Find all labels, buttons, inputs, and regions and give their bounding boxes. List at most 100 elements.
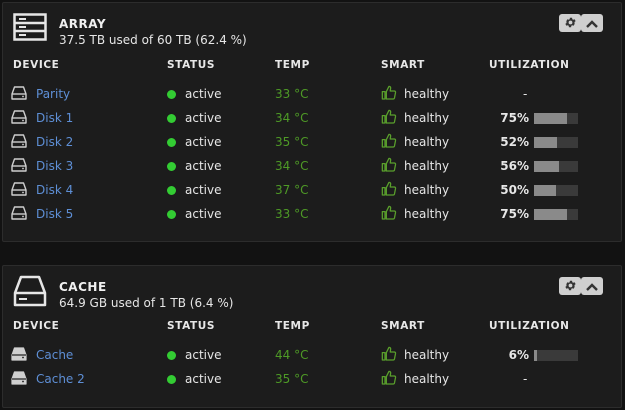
temperature-value: 35 °C: [275, 135, 309, 149]
device-link[interactable]: Disk 3: [36, 159, 73, 173]
status-text: active: [185, 159, 222, 173]
utilization-bar: [534, 208, 578, 220]
temperature-value: 37 °C: [275, 183, 309, 197]
table-row: Cache 2 active 35 °C healthy -: [3, 367, 623, 391]
thumbs-up-icon: [381, 370, 397, 389]
utilization-bar: [534, 136, 578, 148]
chevron-up-icon: [586, 277, 598, 296]
table-row: Parity active 33 °C healthy -: [3, 82, 623, 106]
smart-status: healthy: [404, 183, 450, 197]
temperature-value: 44 °C: [275, 348, 309, 362]
utilization-cell: 52%: [493, 130, 593, 154]
thumbs-up-icon: [381, 346, 397, 365]
utilization-bar-fill: [534, 136, 557, 148]
thumbs-up-icon: [381, 205, 397, 224]
col-header-device: DEVICE: [13, 59, 60, 71]
array-usage-summary: 37.5 TB used of 60 TB (62.4 %): [59, 33, 247, 47]
cache-usage-summary: 64.9 GB used of 1 TB (6.4 %): [59, 296, 234, 310]
ssd-icon: [11, 370, 27, 388]
status-text: active: [185, 372, 222, 386]
smart-status: healthy: [404, 159, 450, 173]
utilization-cell: 75%: [493, 106, 593, 130]
hdd-icon: [11, 133, 27, 151]
utilization-bar: [534, 160, 578, 172]
col-header-status: STATUS: [167, 59, 216, 71]
hdd-icon: [11, 157, 27, 175]
utilization-bar-fill: [534, 208, 567, 220]
utilization-bar: [534, 349, 578, 361]
utilization-percent: 56%: [500, 159, 529, 173]
status-dot-icon: [167, 209, 176, 219]
utilization-bar: [534, 112, 578, 124]
temperature-value: 35 °C: [275, 372, 309, 386]
cache-settings-button[interactable]: [559, 277, 581, 295]
thumbs-up-icon: [381, 85, 397, 104]
utilization-value: -: [523, 372, 528, 386]
utilization-cell: -: [493, 82, 593, 106]
status-text: active: [185, 87, 222, 101]
smart-status: healthy: [404, 207, 450, 221]
utilization-percent: 75%: [500, 111, 529, 125]
col-header-utilization: UTILIZATION: [489, 320, 570, 332]
cache-title: CACHE: [59, 280, 107, 294]
cache-panel: CACHE 64.9 GB used of 1 TB (6.4 %) DEVIC…: [2, 265, 622, 408]
utilization-cell: -: [493, 367, 593, 391]
device-link[interactable]: Disk 1: [36, 111, 73, 125]
hdd-icon: [11, 181, 27, 199]
thumbs-up-icon: [381, 181, 397, 200]
array-title: ARRAY: [59, 17, 107, 31]
status-text: active: [185, 183, 222, 197]
table-row: Disk 4 active 37 °C healthy 50%: [3, 178, 623, 202]
col-header-smart: SMART: [381, 59, 425, 71]
status-dot-icon: [167, 137, 176, 147]
utilization-bar-fill: [534, 160, 559, 172]
status-dot-icon: [167, 113, 176, 123]
thumbs-up-icon: [381, 133, 397, 152]
device-link[interactable]: Parity: [36, 87, 70, 101]
smart-status: healthy: [404, 348, 450, 362]
col-header-utilization: UTILIZATION: [489, 59, 570, 71]
array-settings-button[interactable]: [559, 14, 581, 32]
utilization-cell: 6%: [493, 343, 593, 367]
cache-collapse-button[interactable]: [581, 277, 603, 295]
utilization-cell: 50%: [493, 178, 593, 202]
device-link[interactable]: Cache 2: [36, 372, 85, 386]
utilization-bar: [534, 184, 578, 196]
gear-icon: [564, 14, 577, 33]
col-header-temp: TEMP: [275, 320, 310, 332]
col-header-status: STATUS: [167, 320, 216, 332]
device-link[interactable]: Disk 2: [36, 135, 73, 149]
utilization-percent: 6%: [508, 348, 529, 362]
device-link[interactable]: Disk 5: [36, 207, 73, 221]
array-collapse-button[interactable]: [581, 14, 603, 32]
ssd-icon: [11, 346, 27, 364]
status-dot-icon: [167, 161, 176, 171]
col-header-device: DEVICE: [13, 320, 60, 332]
server-rack-icon: [13, 13, 47, 45]
col-header-smart: SMART: [381, 320, 425, 332]
smart-status: healthy: [404, 87, 450, 101]
device-link[interactable]: Cache: [36, 348, 73, 362]
table-row: Disk 3 active 34 °C healthy 56%: [3, 154, 623, 178]
status-text: active: [185, 348, 222, 362]
utilization-bar-fill: [534, 349, 537, 361]
status-text: active: [185, 111, 222, 125]
utilization-bar-fill: [534, 112, 567, 124]
utilization-percent: 52%: [500, 135, 529, 149]
device-link[interactable]: Disk 4: [36, 183, 73, 197]
table-row: Disk 5 active 33 °C healthy 75%: [3, 202, 623, 226]
smart-status: healthy: [404, 111, 450, 125]
status-dot-icon: [167, 89, 176, 99]
status-text: active: [185, 207, 222, 221]
utilization-percent: 75%: [500, 207, 529, 221]
hdd-icon: [11, 109, 27, 127]
hdd-icon: [11, 205, 27, 223]
utilization-percent: 50%: [500, 183, 529, 197]
col-header-temp: TEMP: [275, 59, 310, 71]
smart-status: healthy: [404, 372, 450, 386]
array-panel: ARRAY 37.5 TB used of 60 TB (62.4 %) DEV…: [2, 2, 622, 242]
gear-icon: [564, 277, 577, 296]
status-text: active: [185, 135, 222, 149]
smart-status: healthy: [404, 135, 450, 149]
status-dot-icon: [167, 374, 176, 384]
